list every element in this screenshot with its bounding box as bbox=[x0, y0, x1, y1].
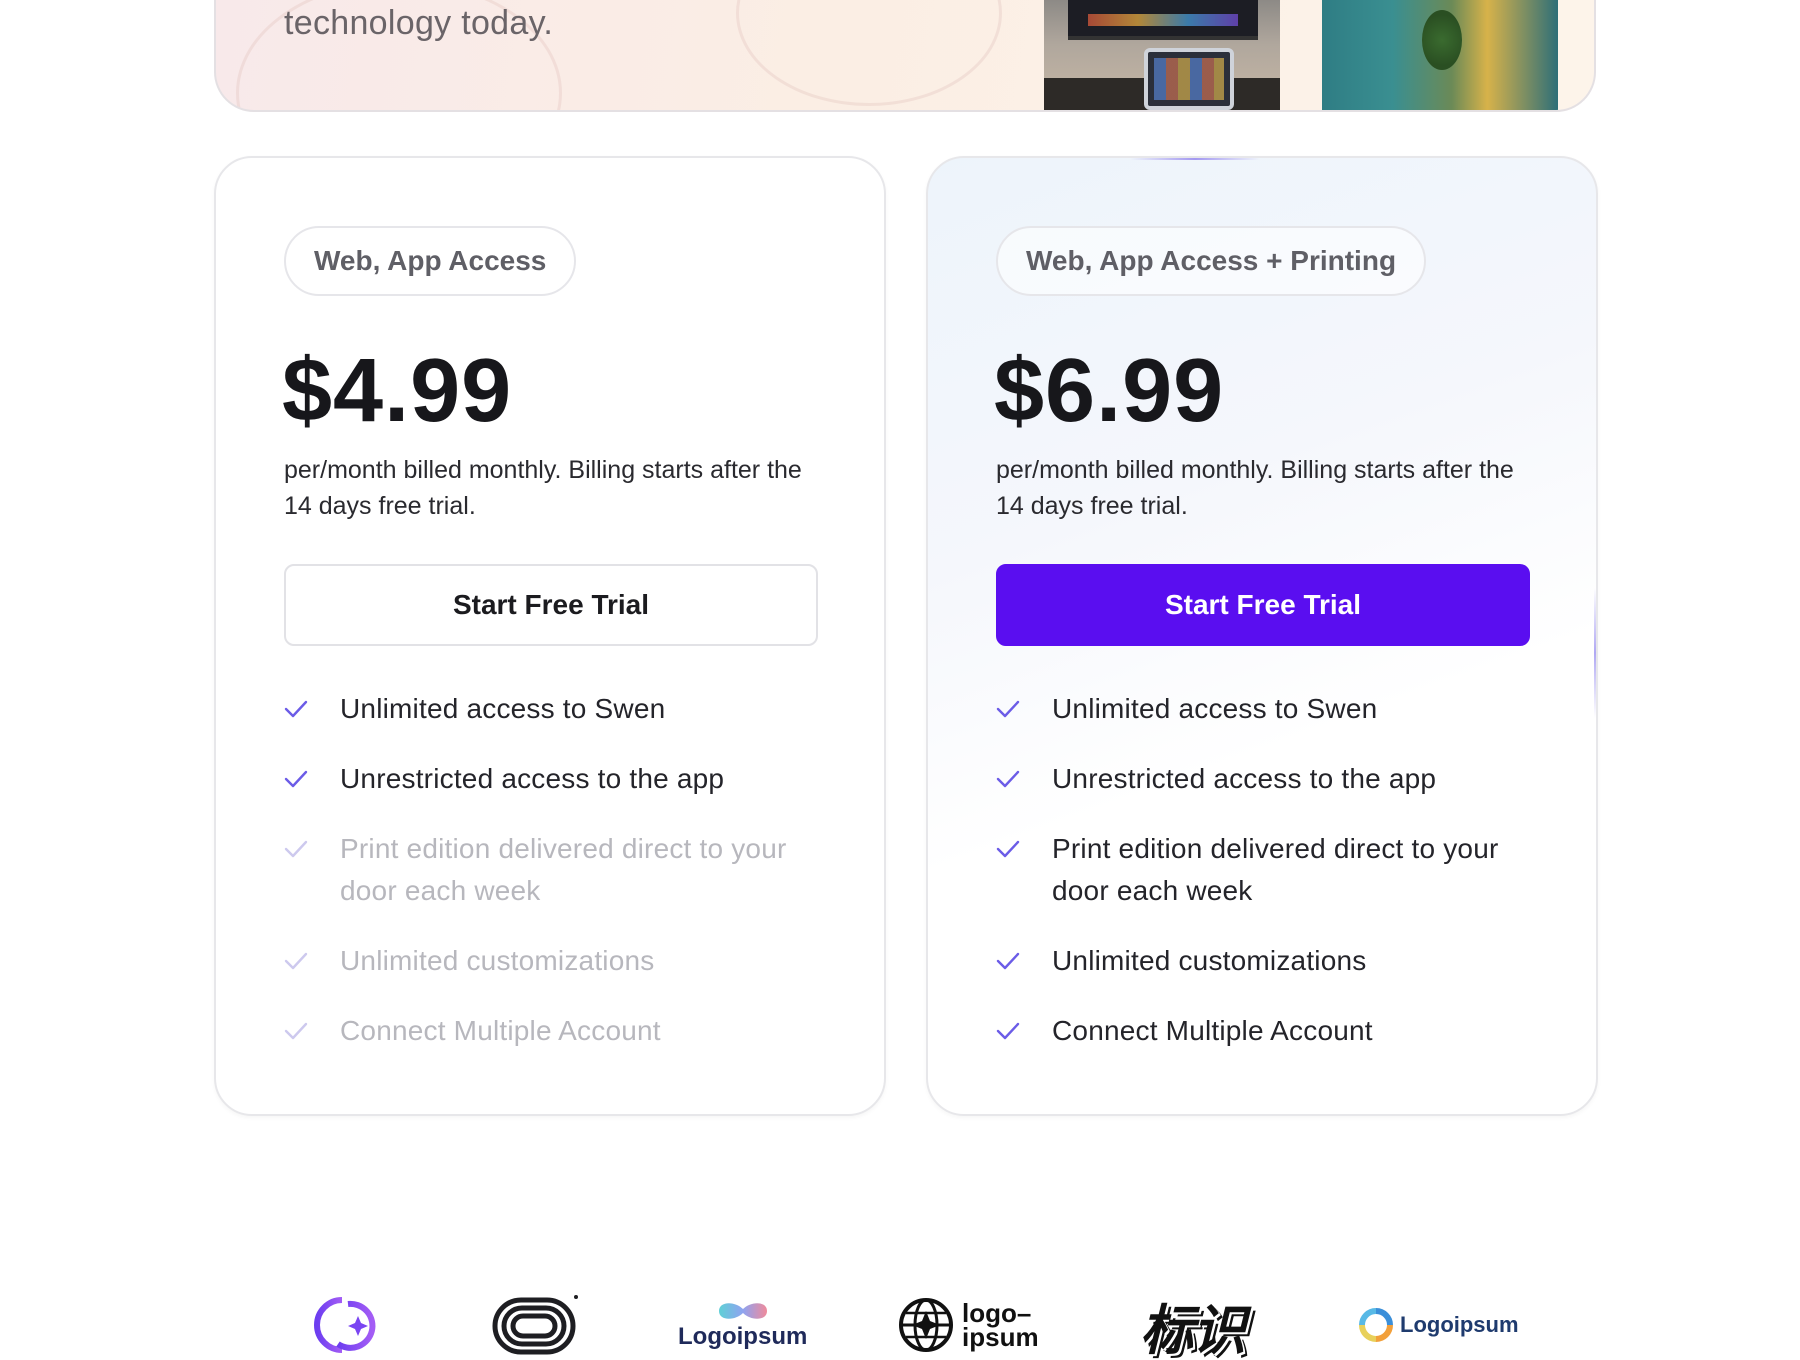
feature-item-unavailable: Connect Multiple Account bbox=[284, 1010, 844, 1052]
check-icon bbox=[996, 688, 1020, 730]
feature-text: Print edition delivered direct to your d… bbox=[1052, 833, 1499, 906]
feature-list: Unlimited access to Swen Unrestricted ac… bbox=[996, 688, 1556, 1080]
blob-logo-icon bbox=[718, 1303, 767, 1319]
pricing-card-basic: Web, App Access $4.99 per/month billed m… bbox=[214, 156, 886, 1116]
start-free-trial-button[interactable]: Start Free Trial bbox=[284, 564, 818, 646]
feature-item: Print edition delivered direct to your d… bbox=[996, 828, 1556, 912]
start-free-trial-button[interactable]: Start Free Trial bbox=[996, 564, 1530, 646]
partner-logos: Logoipsum logo– ipsum 标识 Logoipsum bbox=[0, 1290, 1800, 1360]
feature-text: Unlimited customizations bbox=[340, 945, 655, 976]
partner-logo-4: logo– ipsum bbox=[898, 1290, 1039, 1360]
feature-item: Unrestricted access to the app bbox=[996, 758, 1556, 800]
price-note: per/month billed monthly. Billing starts… bbox=[996, 456, 1514, 520]
partner-logo-6: Logoipsum bbox=[1358, 1290, 1519, 1360]
plan-badge: Web, App Access bbox=[284, 226, 577, 296]
check-icon bbox=[284, 828, 308, 870]
feature-text: Unlimited customizations bbox=[1052, 945, 1367, 976]
partner-logo-3: Logoipsum bbox=[678, 1290, 807, 1360]
check-icon bbox=[996, 758, 1020, 800]
feature-item-unavailable: Print edition delivered direct to your d… bbox=[284, 828, 844, 912]
feature-list: Unlimited access to Swen Unrestricted ac… bbox=[284, 688, 844, 1080]
plan-price: $6.99 bbox=[994, 341, 1225, 441]
hero-image-workspace bbox=[1044, 0, 1280, 110]
check-icon bbox=[996, 828, 1020, 870]
feature-item: Connect Multiple Account bbox=[996, 1010, 1556, 1052]
pricing-card-premium: Web, App Access + Printing $6.99 per/mon… bbox=[926, 156, 1598, 1116]
feature-item: Unrestricted access to the app bbox=[284, 758, 844, 800]
feature-item: Unlimited access to Swen bbox=[284, 688, 844, 730]
logo-wordmark: Logoipsum bbox=[1400, 1312, 1519, 1337]
price-note: per/month billed monthly. Billing starts… bbox=[284, 456, 802, 520]
feature-text: Unrestricted access to the app bbox=[340, 763, 725, 794]
feature-item: Unlimited access to Swen bbox=[996, 688, 1556, 730]
partner-logo-1 bbox=[308, 1290, 392, 1360]
feature-text: Print edition delivered direct to your d… bbox=[340, 833, 787, 906]
concentric-logo-icon bbox=[492, 1295, 578, 1355]
check-icon bbox=[284, 758, 308, 800]
check-icon bbox=[284, 940, 308, 982]
check-icon bbox=[996, 1010, 1020, 1052]
partner-logo-5: 标识 bbox=[1140, 1290, 1246, 1360]
logo-wordmark-line2: ipsum bbox=[962, 1322, 1039, 1352]
feature-item: Unlimited customizations bbox=[996, 940, 1556, 982]
globe-logo-icon bbox=[899, 1298, 953, 1352]
feature-item-unavailable: Unlimited customizations bbox=[284, 940, 844, 982]
hero-image-street bbox=[1322, 0, 1558, 110]
feature-text: Connect Multiple Account bbox=[1052, 1015, 1373, 1046]
feature-text: Connect Multiple Account bbox=[340, 1015, 661, 1046]
check-icon bbox=[284, 688, 308, 730]
feature-text: Unrestricted access to the app bbox=[1052, 763, 1437, 794]
logo-wordmark: Logoipsum bbox=[678, 1323, 808, 1350]
hero-banner: technology today. bbox=[214, 0, 1596, 112]
logo-wordmark: 标识 bbox=[1140, 1300, 1246, 1360]
plan-badge: Web, App Access + Printing bbox=[996, 226, 1427, 296]
feature-text: Unlimited access to Swen bbox=[1052, 693, 1378, 724]
partner-logo-2 bbox=[492, 1290, 580, 1360]
hero-tagline: technology today. bbox=[284, 4, 554, 42]
plan-price: $4.99 bbox=[282, 341, 513, 441]
swirl-logo-icon bbox=[314, 1297, 376, 1353]
ring-logo-icon bbox=[1359, 1308, 1393, 1342]
check-icon bbox=[996, 940, 1020, 982]
check-icon bbox=[284, 1010, 308, 1052]
feature-text: Unlimited access to Swen bbox=[340, 693, 666, 724]
